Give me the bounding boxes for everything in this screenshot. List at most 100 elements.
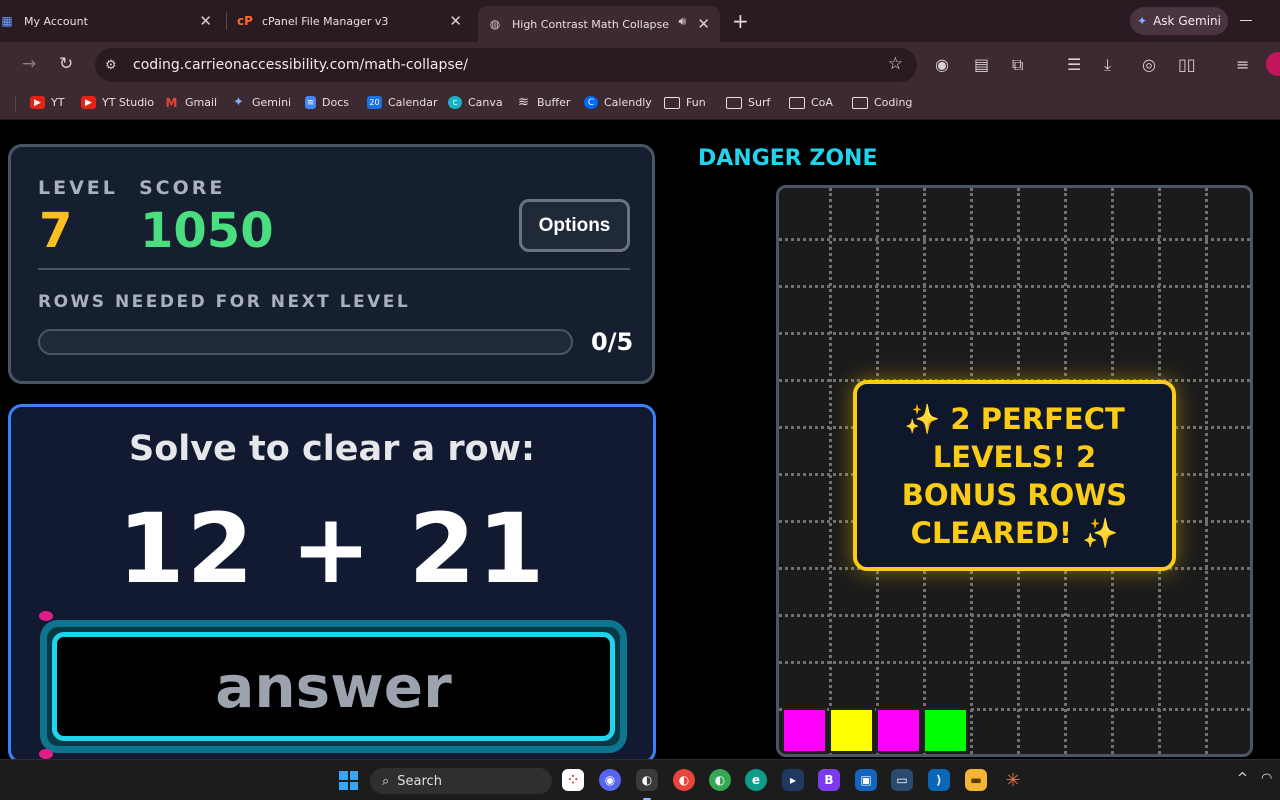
forward-icon[interactable]: → — [22, 54, 36, 74]
chrome-icon-active[interactable]: ◐ — [636, 769, 658, 791]
cpanel-icon: cP — [237, 14, 253, 28]
app-icon-tiles[interactable]: ⁘ — [562, 769, 584, 791]
app-b-icon[interactable]: B — [818, 769, 840, 791]
docs-icon: ≡ — [305, 96, 316, 109]
bookmark-yt-studio[interactable]: ▶ YT Studio — [81, 96, 154, 109]
discord-icon[interactable]: ◉ — [599, 769, 621, 791]
reload-icon[interactable]: ↻ — [59, 54, 73, 74]
vscode-icon[interactable]: ⟩ — [928, 769, 950, 791]
focus-handle-bottom — [39, 749, 53, 759]
gemini-icon: ✦ — [1137, 14, 1148, 28]
game-page: LEVEL SCORE 7 1050 Options ROWS NEEDED F… — [0, 121, 1280, 764]
speaker-icon[interactable]: 🔊︎ — [678, 14, 686, 29]
folder-icon — [789, 96, 805, 109]
reading-list-icon[interactable]: ☰ — [1067, 55, 1081, 74]
bookmark-calendly[interactable]: C Calendly — [584, 96, 652, 109]
bookmark-calendar[interactable]: 20 Calendar — [367, 96, 437, 109]
minimize-button[interactable] — [1240, 20, 1252, 21]
bookmark-label: CoA — [811, 96, 833, 109]
wifi-icon[interactable]: ◠ — [1261, 771, 1272, 786]
bookmark-yt[interactable]: ▶ YT — [30, 96, 64, 109]
file-explorer-icon[interactable]: ▬ — [965, 769, 987, 791]
answer-field-frame — [40, 620, 627, 753]
tab-title: cPanel File Manager v3 — [262, 14, 389, 28]
search-label: Search — [397, 773, 442, 789]
focus-handle-top — [39, 611, 53, 621]
grid-line-horizontal — [779, 285, 1250, 288]
clipboard-icon[interactable]: ▤ — [974, 55, 989, 74]
answer-input[interactable] — [52, 632, 615, 741]
solve-title: Solve to clear a row: — [129, 429, 535, 469]
tab-title: High Contrast Math Collapse — [512, 17, 670, 31]
bookmark-label: Fun — [686, 96, 706, 109]
browser-toolbar: → ↻ ⚙ coding.carrieonaccessibility.com/m… — [0, 42, 1280, 88]
buffer-icon: ≋ — [518, 95, 529, 110]
address-bar[interactable]: ⚙ coding.carrieonaccessibility.com/math-… — [95, 48, 917, 82]
windows-store-icon[interactable]: ▣ — [855, 769, 877, 791]
tab-cpanel[interactable]: cP cPanel File Manager v3 ✕ — [232, 6, 472, 36]
bonus-message: ✨ 2 PERFECT LEVELS! 2 BONUS ROWS CLEARED… — [853, 380, 1176, 571]
calendly-icon: C — [584, 96, 598, 109]
bookmark-buffer[interactable]: ≋ Buffer — [516, 95, 571, 110]
extension-icon[interactable]: ◉ — [935, 55, 949, 74]
youtube-icon: ▶ — [30, 96, 45, 109]
taskbar-search[interactable]: ⌕ Search — [370, 768, 552, 794]
grid-line-horizontal — [779, 614, 1250, 617]
bookmark-label: Coding — [874, 96, 913, 109]
folder-icon — [852, 96, 868, 109]
grid-line-horizontal — [779, 661, 1250, 664]
globe-icon: ◍ — [489, 17, 501, 31]
bookmark-folder-coa[interactable]: CoA — [789, 96, 833, 109]
danger-zone-title: DANGER ZONE — [698, 146, 878, 171]
close-icon[interactable]: ✕ — [697, 15, 710, 33]
edge-icon[interactable]: e — [745, 769, 767, 791]
bookmark-folder-fun[interactable]: Fun — [664, 96, 706, 109]
bookmark-star-icon[interactable]: ☆ — [888, 54, 903, 74]
claude-icon[interactable]: ✳ — [1002, 769, 1024, 791]
folder-icon — [664, 96, 680, 109]
bookmark-gmail[interactable]: M Gmail — [164, 96, 218, 110]
rows-progress-bar — [38, 329, 573, 355]
options-button[interactable]: Options — [519, 199, 630, 252]
solve-panel: Solve to clear a row: 12 + 21 — [8, 404, 656, 764]
close-icon[interactable]: ✕ — [449, 12, 462, 30]
bookmark-label: Canva — [468, 96, 503, 109]
chrome-profile-icon[interactable]: ◐ — [709, 769, 731, 791]
bookmark-label: Gmail — [185, 96, 218, 109]
bookmark-folder-surf[interactable]: Surf — [726, 96, 770, 109]
windows-start-button[interactable] — [339, 771, 358, 790]
score-label: SCORE — [139, 177, 226, 199]
bookmark-gemini[interactable]: ✦ Gemini — [231, 95, 291, 110]
reader-mode-icon[interactable]: ▯▯ — [1178, 55, 1196, 74]
windows-taskbar: ⌕ Search ⁘ ◉ ◐ ◐ ◐ e ▸ B ▣ ▭ ⟩ ▬ ✳ ^ ◠ — [0, 759, 1280, 800]
bookmarks-bar: ▶ YT ▶ YT Studio M Gmail ✦ Gemini ≡ Docs 20 Ca… — [0, 88, 1280, 120]
tray-chevron-icon[interactable]: ^ — [1237, 771, 1248, 786]
tab-title: My Account — [24, 14, 88, 28]
search-icon: ⌕ — [382, 773, 390, 789]
remote-desktop-icon[interactable]: ▭ — [891, 769, 913, 791]
tab-my-account[interactable]: ▦ My Account ✕ — [0, 6, 222, 36]
puzzle-icon[interactable]: ⧉ — [1012, 55, 1023, 75]
bookmark-label: Calendly — [604, 96, 652, 109]
bookmark-folder-coding[interactable]: Coding — [852, 96, 912, 109]
bookmark-docs[interactable]: ≡ Docs — [305, 96, 349, 109]
bookmark-canva[interactable]: c Canva — [448, 96, 503, 109]
new-tab-button[interactable]: + — [732, 9, 749, 33]
url-text[interactable]: coding.carrieonaccessibility.com/math-co… — [133, 57, 468, 73]
site-info-icon[interactable]: ⚙ — [105, 58, 123, 73]
screenshot-icon[interactable]: ◎ — [1142, 55, 1156, 74]
chrome-icon[interactable]: ◐ — [673, 769, 695, 791]
bookmark-label: Buffer — [537, 96, 571, 109]
level-label: LEVEL — [38, 177, 118, 199]
grid-line-horizontal — [779, 332, 1250, 335]
tab-math-collapse[interactable]: ◍ High Contrast Math Collapse 🔊︎ ✕ — [478, 6, 720, 42]
media-queue-icon[interactable]: ≡ — [1236, 55, 1249, 74]
math-problem: 12 + 21 — [117, 493, 547, 605]
download-icon[interactable]: ⤓ — [1104, 55, 1111, 75]
board-block — [923, 708, 968, 753]
terminal-icon[interactable]: ▸ — [782, 769, 804, 791]
grid-line-vertical — [1205, 188, 1208, 754]
ask-gemini-button[interactable]: ✦ Ask Gemini — [1130, 7, 1228, 35]
close-icon[interactable]: ✕ — [199, 12, 212, 30]
calendar-icon: 20 — [367, 96, 382, 109]
